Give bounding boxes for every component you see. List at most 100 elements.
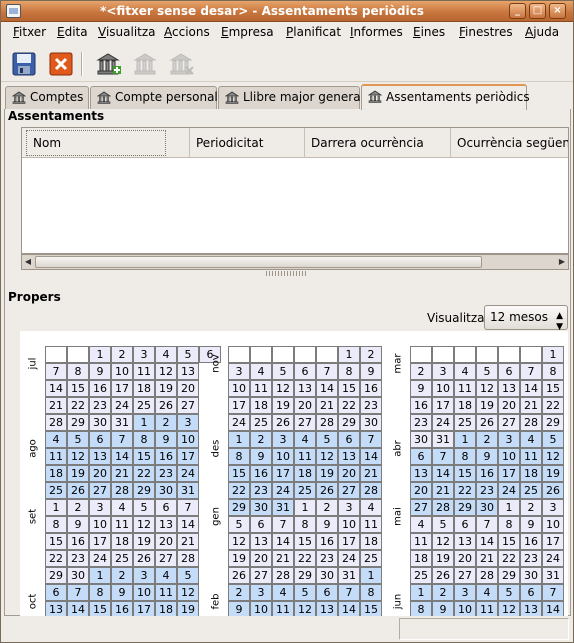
calendar-day[interactable]: 29 — [338, 414, 360, 431]
calendar-day[interactable]: 23 — [520, 550, 542, 567]
calendar-day[interactable]: 7 — [177, 499, 199, 516]
calendar-day[interactable] — [410, 346, 432, 363]
calendar-day[interactable]: 14 — [45, 380, 67, 397]
calendar-day[interactable]: 17 — [228, 397, 250, 414]
delete-transaction-icon[interactable] — [169, 51, 195, 77]
calendar-day[interactable]: 2 — [111, 346, 133, 363]
calendar-day[interactable]: 9 — [476, 448, 498, 465]
calendar-day[interactable]: 23 — [250, 482, 272, 499]
calendar-day[interactable]: 11 — [111, 516, 133, 533]
calendar-day[interactable]: 29 — [542, 414, 564, 431]
close-window-icon[interactable]: × — [549, 3, 566, 19]
calendar-day[interactable]: 8 — [89, 584, 111, 601]
calendar-day[interactable]: 5 — [432, 516, 454, 533]
calendar-day[interactable]: 2 — [520, 499, 542, 516]
calendar-day[interactable]: 21 — [360, 465, 382, 482]
calendar-day[interactable]: 16 — [410, 397, 432, 414]
calendar-day[interactable]: 6 — [316, 584, 338, 601]
calendar-day[interactable]: 7 — [45, 363, 67, 380]
calendar-day[interactable]: 2 — [111, 567, 133, 584]
calendar-day[interactable]: 20 — [294, 397, 316, 414]
edit-transaction-icon[interactable] — [133, 51, 159, 77]
calendar-day[interactable]: 16 — [89, 380, 111, 397]
calendar-day[interactable]: 10 — [228, 380, 250, 397]
calendar-day[interactable]: 30 — [476, 499, 498, 516]
calendar-day[interactable]: 16 — [476, 465, 498, 482]
calendar-day[interactable]: 25 — [520, 482, 542, 499]
calendar-day[interactable]: 4 — [360, 499, 382, 516]
calendar-day[interactable]: 6 — [155, 499, 177, 516]
calendar-day[interactable]: 8 — [338, 363, 360, 380]
calendar-day[interactable]: 10 — [542, 516, 564, 533]
calendar-day[interactable]: 7 — [67, 584, 89, 601]
calendar-day[interactable]: 17 — [133, 601, 155, 616]
calendar-day[interactable]: 24 — [498, 482, 520, 499]
menu-informes[interactable]: Informes — [350, 25, 403, 39]
calendar-day[interactable]: 9 — [360, 363, 382, 380]
scroll-left-icon[interactable]: ◀ — [22, 256, 34, 268]
calendar-day[interactable]: 17 — [111, 380, 133, 397]
calendar-day[interactable]: 30 — [360, 414, 382, 431]
calendar-day[interactable]: 18 — [360, 533, 382, 550]
calendar-day[interactable]: 7 — [272, 516, 294, 533]
menu-fitxer[interactable]: Fitxer — [13, 25, 46, 39]
calendar-day[interactable]: 4 — [155, 346, 177, 363]
view-period-select[interactable]: 12 mesos ▲ ▼ — [484, 305, 568, 332]
calendar-day[interactable]: 28 — [520, 414, 542, 431]
calendar-day[interactable]: 15 — [67, 380, 89, 397]
calendar-day[interactable]: 21 — [316, 397, 338, 414]
calendar-day[interactable]: 3 — [542, 499, 564, 516]
calendar-day[interactable] — [272, 346, 294, 363]
calendar-day[interactable]: 8 — [454, 448, 476, 465]
calendar-day[interactable]: 19 — [177, 601, 199, 616]
calendar-day[interactable]: 16 — [155, 448, 177, 465]
calendar-day[interactable]: 14 — [111, 448, 133, 465]
calendar-day[interactable]: 18 — [45, 465, 67, 482]
calendar-day[interactable]: 3 — [272, 431, 294, 448]
calendar-day[interactable]: 23 — [476, 482, 498, 499]
calendar-day[interactable]: 10 — [272, 448, 294, 465]
calendar-day[interactable]: 5 — [294, 584, 316, 601]
calendar-day[interactable]: 17 — [498, 465, 520, 482]
calendar-day[interactable]: 30 — [67, 567, 89, 584]
tab-assentaments-periodics[interactable]: Assentaments periòdics — [361, 84, 530, 110]
calendar-day[interactable]: 30 — [410, 431, 432, 448]
calendar-day[interactable]: 2 — [250, 431, 272, 448]
calendar-day[interactable]: 26 — [67, 482, 89, 499]
calendar-day[interactable]: 11 — [272, 601, 294, 616]
calendar-day[interactable]: 27 — [338, 482, 360, 499]
calendar-day[interactable]: 18 — [133, 380, 155, 397]
calendar-day[interactable] — [520, 346, 542, 363]
calendar-day[interactable]: 20 — [498, 397, 520, 414]
calendar-day[interactable]: 5 — [177, 567, 199, 584]
calendar-day[interactable]: 3 — [250, 584, 272, 601]
menu-finestres[interactable]: Finestres — [459, 25, 513, 39]
calendar-day[interactable]: 24 — [177, 465, 199, 482]
minimize-icon[interactable]: _ — [509, 3, 526, 19]
calendar-grid[interactable]: jul ago set oct 1 2 3 4 5 6 7 8 9 10 11 12 13 14 15 16 17 18 1… — [20, 331, 568, 616]
calendar-day[interactable]: 24 — [228, 414, 250, 431]
calendar-day[interactable]: 5 — [133, 499, 155, 516]
calendar-day[interactable]: 6 — [498, 363, 520, 380]
calendar-day[interactable]: 28 — [476, 567, 498, 584]
horizontal-scrollbar[interactable]: ◀ ▶ — [21, 254, 569, 270]
calendar-day[interactable]: 1 — [89, 346, 111, 363]
calendar-day[interactable]: 1 — [454, 431, 476, 448]
calendar-day[interactable]: 1 — [294, 499, 316, 516]
calendar-day[interactable]: 16 — [520, 533, 542, 550]
calendar-day[interactable]: 1 — [360, 567, 382, 584]
calendar-day[interactable]: 16 — [111, 601, 133, 616]
calendar-day[interactable]: 26 — [155, 397, 177, 414]
calendar-day[interactable]: 18 — [294, 465, 316, 482]
calendar-day[interactable] — [45, 346, 67, 363]
calendar-day[interactable]: 14 — [542, 601, 564, 616]
calendar-day[interactable] — [228, 346, 250, 363]
calendar-day[interactable]: 4 — [111, 499, 133, 516]
calendar-day[interactable]: 11 — [250, 380, 272, 397]
calendar-day[interactable]: 11 — [360, 516, 382, 533]
calendar-day[interactable]: 3 — [133, 346, 155, 363]
calendar-day[interactable]: 8 — [228, 448, 250, 465]
calendar-day[interactable]: 9 — [250, 448, 272, 465]
calendar-day[interactable]: 31 — [272, 499, 294, 516]
calendar-day[interactable]: 8 — [45, 516, 67, 533]
